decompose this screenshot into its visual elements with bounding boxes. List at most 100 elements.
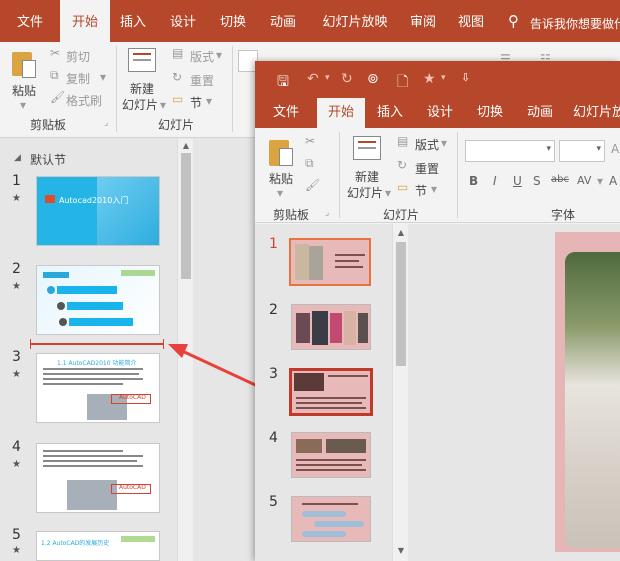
redo-icon[interactable]: ↻ [341, 71, 353, 87]
slide-thumbnail-2[interactable] [36, 265, 160, 335]
section-name[interactable]: 默认节 [30, 151, 66, 168]
tab-home[interactable]: 开始 [60, 0, 110, 42]
tab-design[interactable]: 设计 [419, 98, 461, 128]
collapse-triangle-icon[interactable]: ◢ [14, 153, 21, 163]
italic-button[interactable]: I [493, 174, 497, 188]
tab-insert[interactable]: 插入 [112, 0, 154, 42]
paste-icon[interactable] [10, 48, 38, 78]
chevron-down-icon[interactable]: ▾ [100, 70, 106, 84]
tab-animations[interactable]: 动画 [519, 98, 561, 128]
tab-file[interactable]: 文件 [4, 0, 56, 42]
slide-thumbnail-3[interactable] [289, 368, 373, 416]
new-slide-label[interactable]: 幻灯片 [347, 184, 383, 201]
slide-thumbnail-5[interactable]: 1.2 AutoCAD的发展历史 [36, 531, 160, 561]
slide-thumbnail-5[interactable] [291, 496, 371, 542]
slide-editing-canvas[interactable] [410, 224, 620, 561]
slide-thumbnail-3[interactable]: 1.1 AutoCAD2010 功能简介 AutoCAD [36, 353, 160, 423]
slide-thumbnail-1[interactable]: Autocad2010入门 [36, 176, 160, 246]
cut-icon[interactable]: ✂ [305, 134, 315, 148]
layout-button[interactable]: 版式 [190, 48, 214, 65]
new-slide-icon[interactable] [353, 136, 381, 160]
underline-button[interactable]: U [513, 174, 522, 188]
tab-slideshow[interactable]: 幻灯片放 [573, 98, 620, 128]
chevron-down-icon[interactable]: ▾ [216, 48, 222, 62]
chevron-down-icon[interactable]: ▾ [20, 98, 26, 112]
slide-thumbnail-4[interactable]: AutoCAD [36, 443, 160, 513]
tab-file[interactable]: 文件 [263, 98, 309, 128]
character-spacing-button[interactable]: AV [577, 174, 591, 187]
scrollbar-thumb[interactable] [181, 153, 191, 279]
new-slide-button[interactable]: 新建 [355, 168, 379, 185]
format-painter-icon[interactable]: 🖌 [50, 90, 65, 104]
tab-transitions[interactable]: 切换 [469, 98, 511, 128]
scrollbar-thumb[interactable] [396, 242, 406, 366]
chevron-down-icon[interactable]: ▾ [546, 144, 551, 154]
reset-icon[interactable]: ↻ [172, 70, 182, 84]
chevron-down-icon[interactable]: ▾ [277, 186, 283, 200]
layout-icon[interactable]: ▤ [172, 46, 183, 60]
format-painter-button[interactable]: 格式刷 [66, 92, 102, 109]
chevron-down-icon[interactable]: ▾ [206, 94, 212, 108]
shadow-button[interactable]: S [533, 174, 541, 188]
slide-thumbnail-4[interactable] [291, 432, 371, 478]
slide-thumbnail-1[interactable] [289, 238, 371, 286]
reset-button[interactable]: 重置 [415, 160, 439, 177]
save-icon[interactable]: 🖫 [277, 71, 289, 95]
paste-button[interactable]: 粘贴 [269, 170, 293, 187]
tab-insert[interactable]: 插入 [369, 98, 411, 128]
tab-review[interactable]: 审阅 [402, 0, 444, 42]
customize-toolbar-icon[interactable]: ⇩ [461, 71, 470, 84]
dialog-launcher-icon[interactable]: ⌟ [104, 118, 108, 128]
present-icon[interactable]: ⊚ [367, 71, 379, 87]
font-size-input[interactable]: ▾ [559, 140, 605, 162]
chevron-down-icon[interactable]: ▾ [160, 98, 166, 112]
scroll-up-icon[interactable]: ▲ [393, 228, 409, 237]
chevron-down-icon[interactable]: ▾ [431, 182, 437, 196]
copy-icon[interactable]: ⧉ [305, 156, 314, 171]
section-icon[interactable]: ▭ [397, 180, 408, 194]
current-slide[interactable] [555, 232, 620, 552]
format-painter-icon[interactable]: 🖌 [305, 178, 320, 192]
search-icon[interactable]: ⚲ [508, 12, 519, 30]
cut-button[interactable]: 剪切 [66, 48, 90, 65]
tell-me-input[interactable]: 告诉我你想要做什么 [530, 15, 620, 32]
star-icon[interactable]: ★ [423, 71, 436, 87]
change-case-icon[interactable]: A [609, 174, 617, 188]
section-button[interactable]: 节 [415, 182, 427, 199]
scroll-down-icon[interactable]: ▼ [393, 546, 409, 555]
copy-button[interactable]: 复制 [66, 70, 90, 87]
chevron-down-icon[interactable]: ▾ [385, 186, 391, 200]
tab-slideshow[interactable]: 幻灯片放映 [312, 0, 398, 42]
chevron-down-icon[interactable]: ▾ [597, 174, 603, 188]
tab-animations[interactable]: 动画 [262, 0, 304, 42]
undo-icon[interactable]: ↶ [307, 71, 319, 87]
layout-icon[interactable]: ▤ [397, 134, 408, 148]
front-slide-thumbnail-pane[interactable]: 1 2 3 4 5 ▲ ▼ [255, 224, 410, 561]
increase-font-icon[interactable]: A [611, 142, 619, 156]
chevron-down-icon[interactable]: ▾ [441, 136, 447, 150]
section-button[interactable]: 节 [190, 94, 202, 111]
new-slide-icon[interactable] [128, 48, 156, 72]
tab-view[interactable]: 视图 [450, 0, 492, 42]
layout-button[interactable]: 版式 [415, 136, 439, 153]
tab-home[interactable]: 开始 [317, 98, 365, 128]
new-slide-label[interactable]: 幻灯片 [122, 96, 158, 113]
font-name-input[interactable]: ▾ [465, 140, 555, 162]
reset-icon[interactable]: ↻ [397, 158, 407, 172]
scrollbar[interactable]: ▲ ▼ [392, 224, 408, 561]
bold-button[interactable]: B [469, 174, 478, 188]
strikethrough-button[interactable]: abc [551, 174, 569, 185]
new-slide-button[interactable]: 新建 [130, 80, 154, 97]
chevron-down-icon[interactable]: ▾ [596, 144, 601, 154]
scroll-up-icon[interactable]: ▲ [178, 141, 194, 150]
cut-icon[interactable]: ✂ [50, 46, 60, 60]
paste-icon[interactable] [267, 136, 295, 168]
paste-button[interactable]: 粘贴 [12, 82, 36, 99]
dialog-launcher-icon[interactable]: ⌟ [325, 208, 329, 218]
reset-button[interactable]: 重置 [190, 72, 214, 89]
chevron-down-icon[interactable]: ▾ [325, 73, 330, 83]
tab-transitions[interactable]: 切换 [212, 0, 254, 42]
slide-thumbnail-2[interactable] [291, 304, 371, 350]
new-file-icon[interactable]: 🗋 [397, 71, 408, 95]
tab-design[interactable]: 设计 [162, 0, 204, 42]
